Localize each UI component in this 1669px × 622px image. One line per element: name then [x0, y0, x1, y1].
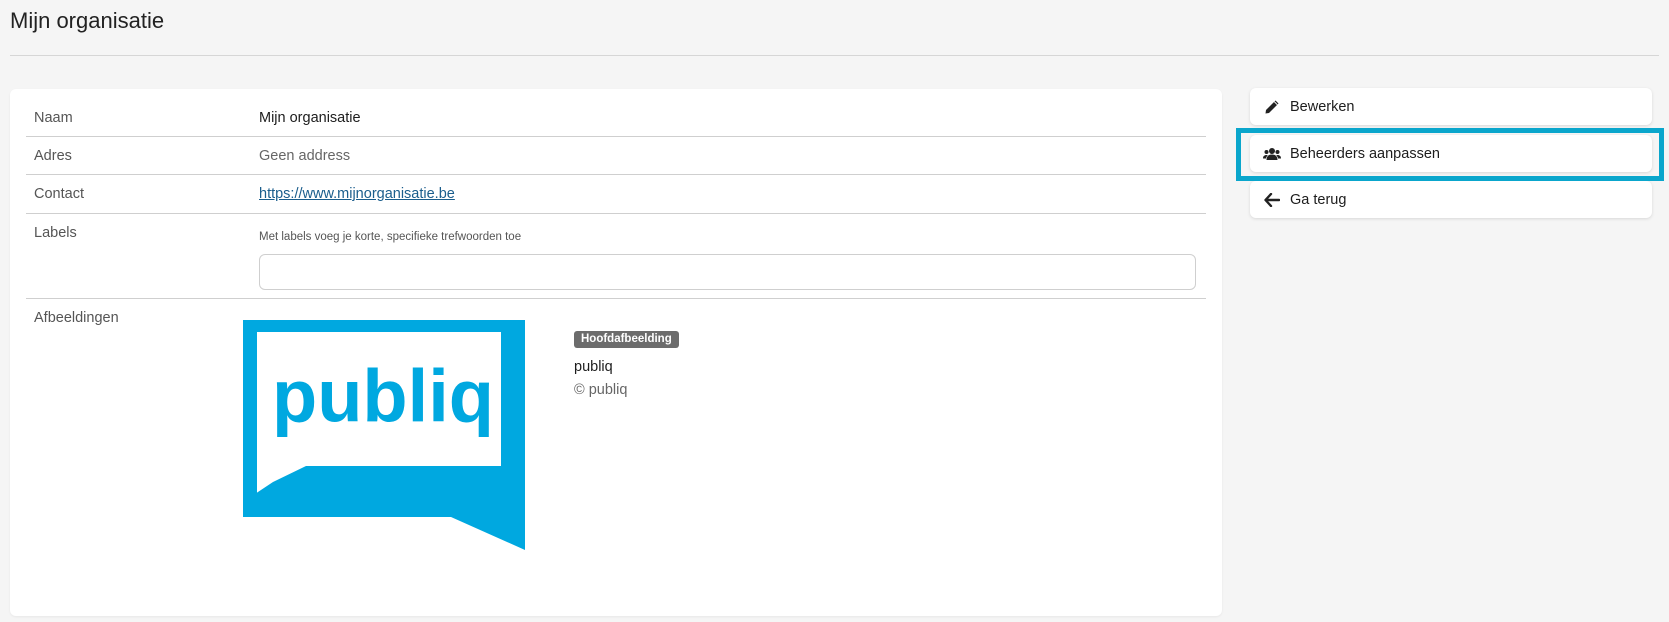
- main-image[interactable]: publiq: [243, 320, 541, 568]
- contact-label: Contact: [34, 186, 84, 202]
- images-label: Afbeeldingen: [34, 310, 119, 326]
- arrow-left-icon: [1262, 191, 1282, 209]
- edit-admins-button-label: Beheerders aanpassen: [1290, 145, 1440, 162]
- labels-hint: Met labels voeg je korte, specifieke tre…: [259, 231, 522, 243]
- row-address: Adres Geen address: [26, 137, 1206, 175]
- labels-label: Labels: [34, 225, 77, 241]
- row-name: Naam Mijn organisatie: [26, 99, 1206, 137]
- edit-admins-button[interactable]: Beheerders aanpassen: [1250, 135, 1652, 172]
- address-label: Adres: [34, 148, 72, 164]
- users-icon: [1262, 145, 1282, 163]
- organization-details-card: Naam Mijn organisatie Adres Geen address…: [10, 89, 1222, 616]
- address-value: Geen address: [259, 148, 351, 164]
- publiq-logo-icon: publiq: [243, 320, 525, 550]
- main-image-badge: Hoofdafbeelding: [574, 331, 679, 348]
- go-back-button-label: Ga terug: [1290, 191, 1347, 208]
- name-value: Mijn organisatie: [259, 110, 361, 126]
- labels-input[interactable]: [259, 254, 1196, 290]
- contact-link[interactable]: https://www.mijnorganisatie.be: [259, 186, 455, 202]
- edit-button[interactable]: Bewerken: [1250, 88, 1652, 125]
- page-header: Mijn organisatie: [10, 0, 1659, 56]
- image-title: publiq: [574, 359, 613, 375]
- pencil-icon: [1262, 98, 1282, 116]
- edit-button-label: Bewerken: [1290, 98, 1355, 115]
- row-contact: Contact https://www.mijnorganisatie.be: [26, 175, 1206, 214]
- name-label: Naam: [34, 110, 73, 126]
- page-title: Mijn organisatie: [10, 8, 165, 33]
- image-copyright: © publiq: [574, 382, 628, 398]
- go-back-button[interactable]: Ga terug: [1250, 181, 1652, 218]
- logo-text: publiq: [272, 355, 494, 438]
- row-labels: Labels Met labels voeg je korte, specifi…: [26, 214, 1206, 299]
